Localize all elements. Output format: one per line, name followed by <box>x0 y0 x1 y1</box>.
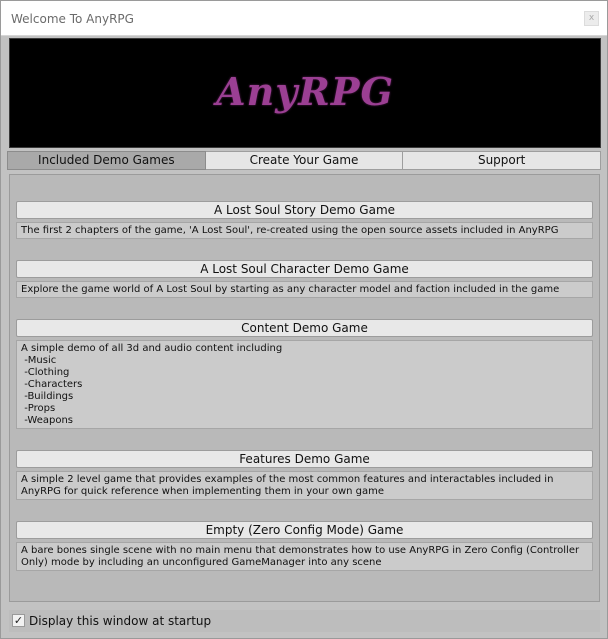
anyrpg-logo: AnyRPG <box>216 69 394 114</box>
display-at-startup-label: Display this window at startup <box>29 614 212 628</box>
lost-soul-story-demo-button[interactable]: A Lost Soul Story Demo Game <box>16 201 593 219</box>
title-bar[interactable]: Welcome To AnyRPG x <box>1 1 607 36</box>
welcome-window: Welcome To AnyRPG x AnyRPG Included Demo… <box>0 0 608 639</box>
features-demo-description: A simple 2 level game that provides exam… <box>16 471 593 500</box>
lost-soul-character-demo-button[interactable]: A Lost Soul Character Demo Game <box>16 260 593 278</box>
startup-option-bar: ✓ Display this window at startup <box>9 610 600 632</box>
tab-create-your-game[interactable]: Create Your Game <box>205 151 404 170</box>
display-at-startup-checkbox[interactable]: ✓ <box>12 614 25 627</box>
tab-support[interactable]: Support <box>403 151 602 170</box>
lost-soul-story-demo-description: The first 2 chapters of the game, 'A Los… <box>16 222 593 239</box>
lost-soul-character-demo-description: Explore the game world of A Lost Soul by… <box>16 281 593 298</box>
anyrpg-banner: AnyRPG <box>9 38 601 148</box>
features-demo-button[interactable]: Features Demo Game <box>16 450 593 468</box>
tab-bar: Included Demo Games Create Your Game Sup… <box>7 151 602 170</box>
empty-zero-config-game-button[interactable]: Empty (Zero Config Mode) Game <box>16 521 593 539</box>
content-demo-button[interactable]: Content Demo Game <box>16 319 593 337</box>
content-demo-description: A simple demo of all 3d and audio conten… <box>16 340 593 429</box>
tab-included-demo-games[interactable]: Included Demo Games <box>7 151 206 170</box>
window-title: Welcome To AnyRPG <box>11 12 134 26</box>
demo-games-panel: A Lost Soul Story Demo Game The first 2 … <box>9 174 600 602</box>
empty-zero-config-game-description: A bare bones single scene with no main m… <box>16 542 593 571</box>
close-icon[interactable]: x <box>584 11 599 26</box>
